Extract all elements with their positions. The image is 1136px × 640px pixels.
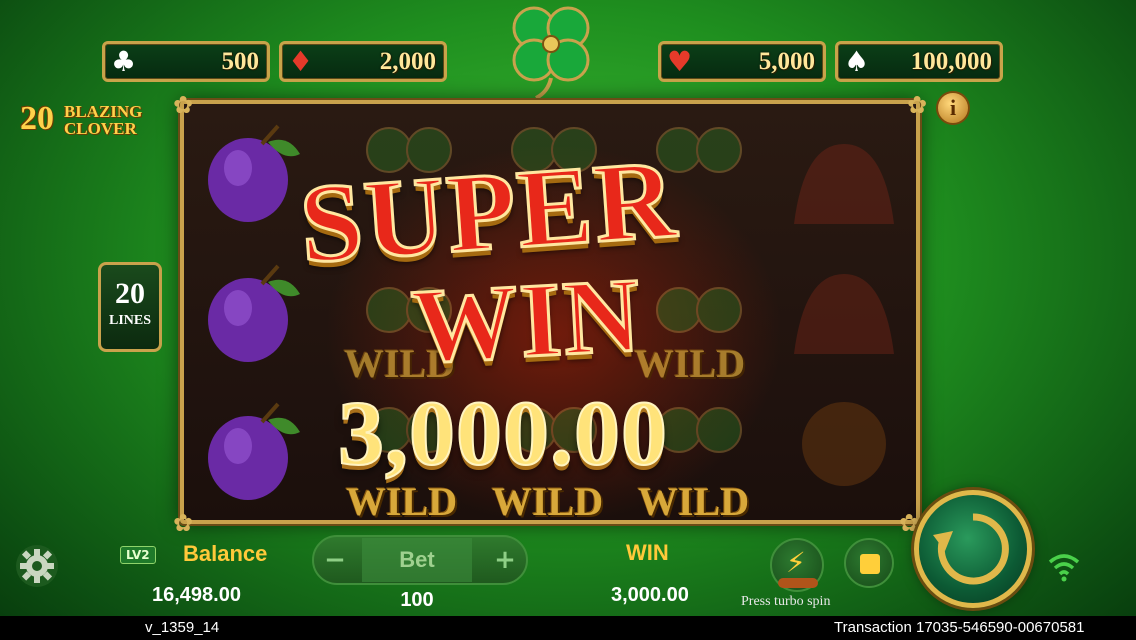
- autoplay-stop-button[interactable]: [844, 538, 894, 588]
- jackpot-spade: ♠ 100,000: [835, 41, 1003, 82]
- spin-arrow-icon: [933, 513, 1009, 585]
- corner-ornament-icon: ✿: [172, 509, 194, 537]
- logo-number: 20: [20, 100, 54, 137]
- lightning-icon: ⚡: [786, 546, 806, 579]
- spin-button[interactable]: [914, 490, 1032, 608]
- logo-title: BLAZING CLOVER: [64, 103, 142, 137]
- corner-ornament-icon: ✿: [172, 91, 194, 119]
- transaction-id: Transaction 17035-546590-00670581: [834, 619, 1085, 636]
- bet-value: 100: [400, 589, 434, 611]
- balance-label: Balance: [183, 541, 268, 566]
- jackpot-diamond-value: 2,000: [379, 47, 436, 75]
- win-value: 3,000.00: [611, 584, 689, 606]
- lines-number: 20: [115, 277, 145, 310]
- game-logo: 20 BLAZING CLOVER: [18, 100, 178, 144]
- turbo-indicator: [778, 578, 818, 588]
- bell-symbols: [794, 144, 894, 486]
- jackpot-heart-value: 5,000: [758, 47, 815, 75]
- jackpot-club-value: 500: [221, 47, 260, 75]
- clover-emblem-icon: [512, 6, 590, 100]
- turbo-spin-button[interactable]: ⚡: [770, 538, 824, 592]
- spade-icon: ♠: [844, 44, 870, 78]
- turbo-hint: Press turbo spin: [741, 594, 831, 609]
- bet-label[interactable]: Bet: [362, 538, 472, 582]
- version-label: v_1359_14: [145, 619, 220, 636]
- super-win-subtitle: WIN: [408, 255, 647, 387]
- win-label: WIN: [626, 540, 669, 565]
- level-badge: LV2: [120, 546, 156, 564]
- jackpot-club: ♣ 500: [102, 41, 270, 82]
- diamond-icon: ♦: [288, 44, 314, 78]
- bet-decrease-button[interactable]: −: [320, 545, 350, 575]
- info-button[interactable]: i: [936, 91, 970, 125]
- gear-icon[interactable]: [14, 543, 60, 589]
- lines-label: LINES: [108, 313, 152, 328]
- jackpot-heart: ♥ 5,000: [658, 41, 826, 82]
- logo-line2: CLOVER: [64, 119, 137, 138]
- club-icon: ♣: [111, 44, 137, 78]
- wifi-signal-icon: [1048, 554, 1080, 582]
- jackpot-diamond: ♦ 2,000: [279, 41, 447, 82]
- balance-value: 16,498.00: [152, 584, 241, 606]
- plum-icon: [208, 402, 300, 500]
- paylines-badge: 20 LINES: [98, 262, 162, 352]
- bet-increase-button[interactable]: +: [490, 545, 520, 575]
- heart-icon: ♥: [667, 44, 693, 78]
- stop-icon: [860, 554, 880, 574]
- plum-icon: [208, 124, 300, 222]
- plum-icon: [208, 264, 300, 362]
- super-win-amount: 3,000.00: [337, 381, 668, 485]
- jackpot-spade-value: 100,000: [910, 47, 992, 75]
- corner-ornament-icon: ✿: [906, 91, 928, 119]
